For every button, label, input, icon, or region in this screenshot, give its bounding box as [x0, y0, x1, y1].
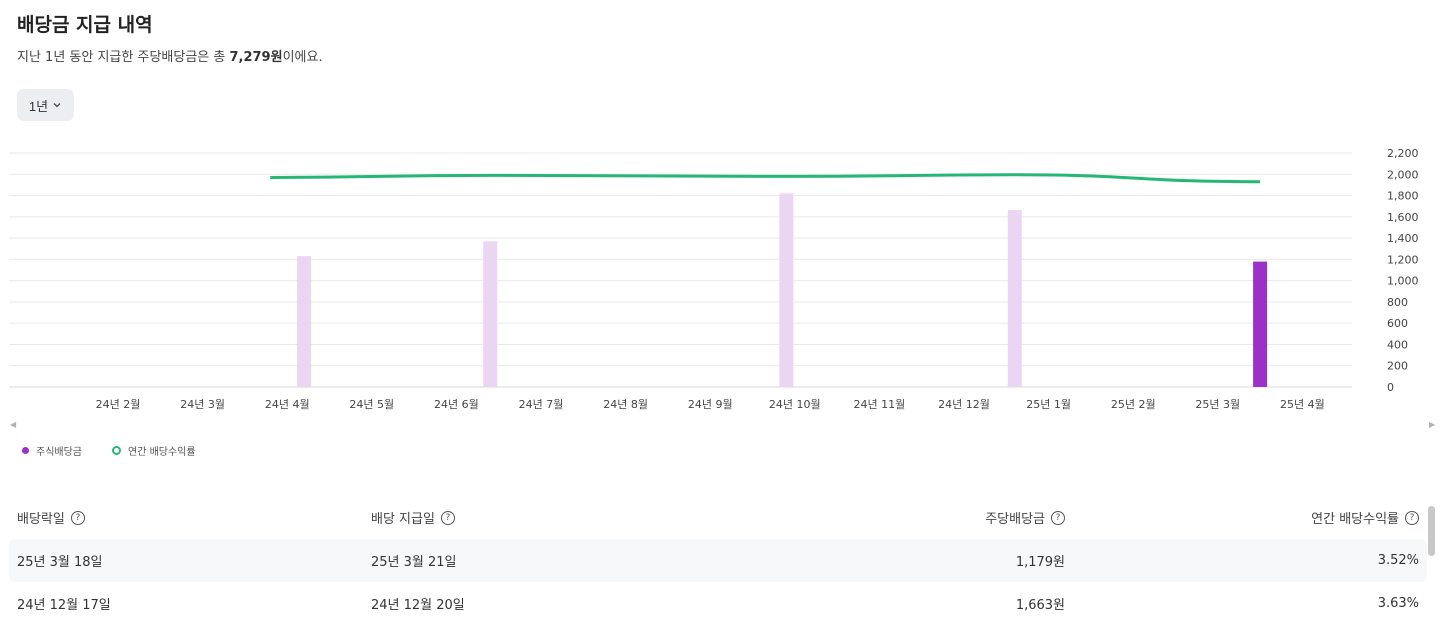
x-tick-label: 24년 3월 — [180, 398, 225, 411]
header-ex-date: 배당락일? — [17, 496, 85, 539]
y-tick-label: 1,000 — [1387, 275, 1419, 288]
help-icon[interactable]: ? — [1051, 510, 1065, 525]
legend-item-dividend[interactable]: 주식배당금 — [22, 443, 82, 458]
x-tick-label: 25년 1월 — [1026, 398, 1071, 411]
table-header: 배당락일? 배당 지급일? 주당배당금? 연간 배당수익률? — [9, 496, 1427, 539]
legend-dot-icon — [22, 447, 29, 454]
help-icon[interactable]: ? — [440, 510, 455, 525]
cell-ex-date: 24년 12월 17일 — [17, 598, 111, 613]
dividend-table: 배당락일? 배당 지급일? 주당배당금? 연간 배당수익률? 25년 3월 18… — [9, 496, 1427, 625]
chart-x-ticks: 24년 2월 24년 3월 24년 4월 24년 5월 24년 6월 24년 7월 24년 … — [96, 398, 1325, 411]
legend-yield-label: 연간 배당수익률 — [128, 447, 196, 458]
x-tick-label: 24년 9월 — [688, 398, 733, 411]
dividend-bar[interactable] — [483, 241, 498, 387]
x-tick-label: 24년 2월 — [96, 398, 141, 411]
table-scrollbar[interactable] — [1428, 506, 1435, 556]
x-tick-label: 24년 8월 — [603, 398, 648, 411]
chart-grid — [9, 152, 1352, 388]
y-tick-label: 800 — [1387, 296, 1408, 309]
y-tick-label: 2,200 — [1387, 147, 1419, 160]
x-tick-label: 25년 3월 — [1195, 398, 1240, 411]
chart-yield-line — [270, 173, 1261, 184]
y-tick-label: 2,000 — [1387, 168, 1419, 181]
page-subtitle: 지난 1년 동안 지급한 주당배당금은 총 7,279원이에요. — [17, 46, 323, 65]
dividend-bar[interactable] — [297, 256, 312, 387]
header-ex-date-label: 배당락일 — [17, 512, 65, 527]
y-tick-label: 600 — [1387, 317, 1408, 330]
y-tick-label: 1,600 — [1387, 211, 1419, 224]
dividend-chart: 2,200 2,000 1,800 1,600 1,400 1,200 1,000 800 60… — [9, 147, 1419, 411]
cell-yield: 3.52% — [1377, 553, 1419, 568]
period-select-label: 1년 — [28, 98, 49, 114]
x-tick-label: 24년 6월 — [434, 398, 479, 411]
header-dps: 주당배당금? — [985, 496, 1065, 539]
legend-dividend-label: 주식배당금 — [36, 447, 82, 458]
help-icon[interactable]: ? — [70, 510, 85, 525]
y-tick-label: 400 — [1387, 338, 1408, 351]
y-tick-label: 1,800 — [1387, 190, 1419, 203]
cell-dps: 1,179원 — [1015, 555, 1065, 570]
table-row: 25년 3월 18일 25년 3월 21일 1,179원 3.52% — [9, 539, 1427, 582]
table-row: 24년 12월 17일 24년 12월 20일 1,663원 3.63% — [9, 582, 1427, 625]
x-tick-label: 24년 12월 — [938, 398, 990, 411]
page-title: 배당금 지급 내역 — [17, 14, 153, 36]
chart-scroll-right-icon[interactable]: ▶ — [1429, 420, 1435, 429]
header-yield-label: 연간 배당수익률 — [1311, 512, 1399, 527]
y-tick-label: 0 — [1387, 381, 1394, 394]
x-tick-label: 24년 7월 — [519, 398, 564, 411]
yield-line[interactable] — [270, 173, 1261, 184]
dividend-bar[interactable] — [1007, 210, 1022, 387]
period-select[interactable]: 1년 — [17, 89, 74, 121]
legend-ring-icon — [112, 446, 121, 455]
y-tick-label: 1,200 — [1387, 253, 1419, 266]
header-yield: 연간 배당수익률? — [1311, 496, 1419, 539]
subtitle-total: 7,279원 — [229, 50, 283, 65]
cell-ex-date: 25년 3월 18일 — [17, 555, 103, 570]
cell-dps: 1,663원 — [1015, 598, 1065, 613]
y-tick-label: 1,400 — [1387, 232, 1419, 245]
dividend-bar[interactable] — [779, 193, 794, 387]
chart-bars — [297, 193, 1268, 387]
header-dps-label: 주당배당금 — [985, 512, 1045, 527]
dividend-bar[interactable] — [1253, 261, 1268, 387]
chart-scroll-left-icon[interactable]: ◀ — [10, 420, 16, 429]
chart-legend: 주식배당금 연간 배당수익률 — [22, 443, 196, 458]
x-tick-label: 24년 11월 — [854, 398, 906, 411]
header-pay-date-label: 배당 지급일 — [371, 512, 435, 527]
x-tick-label: 25년 2월 — [1111, 398, 1156, 411]
subtitle-prefix: 지난 1년 동안 지급한 주당배당금은 총 — [17, 50, 230, 65]
x-tick-label: 24년 4월 — [265, 398, 310, 411]
y-tick-label: 200 — [1387, 360, 1408, 373]
x-tick-label: 25년 4월 — [1280, 398, 1325, 411]
cell-pay-date: 24년 12월 20일 — [371, 598, 465, 613]
chevron-down-icon — [53, 103, 61, 108]
cell-yield: 3.63% — [1377, 596, 1419, 611]
x-tick-label: 24년 5월 — [349, 398, 394, 411]
legend-item-yield[interactable]: 연간 배당수익률 — [112, 443, 196, 458]
x-tick-label: 24년 10월 — [769, 398, 821, 411]
chart-y-ticks: 2,200 2,000 1,800 1,600 1,400 1,200 1,000 800 60… — [1387, 147, 1419, 394]
help-icon[interactable]: ? — [1405, 510, 1419, 525]
subtitle-suffix: 이에요. — [282, 50, 323, 65]
header-pay-date: 배당 지급일? — [371, 496, 455, 539]
cell-pay-date: 25년 3월 21일 — [371, 555, 457, 570]
